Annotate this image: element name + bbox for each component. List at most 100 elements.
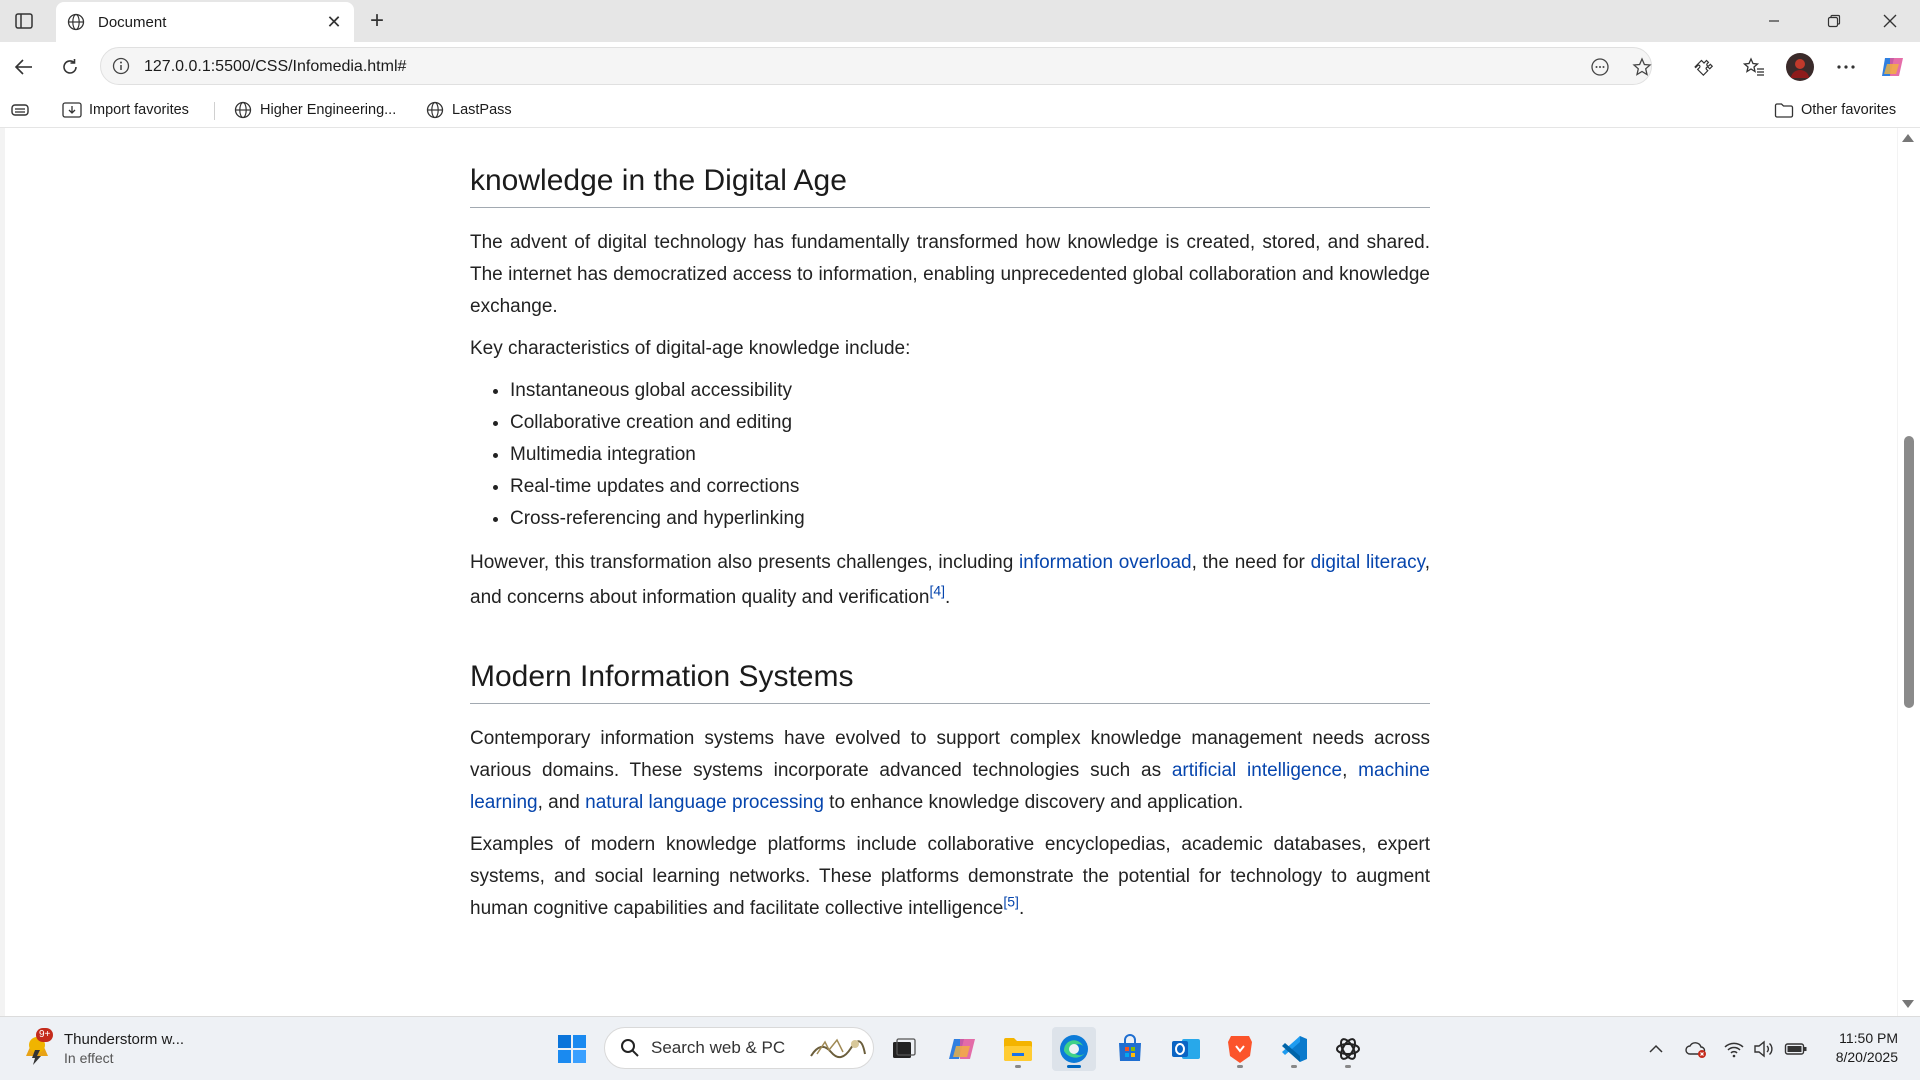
- running-indicator: [1345, 1065, 1351, 1068]
- address-bar[interactable]: 127.0.0.1:5500/CSS/Infomedia.html#: [100, 47, 1652, 85]
- edge-browser-icon[interactable]: [1052, 1027, 1096, 1071]
- microsoft-store-icon[interactable]: [1108, 1027, 1152, 1071]
- reading-list-icon[interactable]: [10, 99, 30, 121]
- taskbar: 9+ Thunderstorm w... In effect Search we…: [0, 1016, 1920, 1080]
- site-info-icon[interactable]: [111, 56, 131, 76]
- link-information-overload[interactable]: information overload: [1019, 552, 1192, 573]
- clock-time: 11:50 PM: [1839, 1030, 1898, 1046]
- weather-subtitle: In effect: [64, 1050, 114, 1066]
- active-tab[interactable]: Document ✕: [56, 2, 354, 42]
- link-digital-literacy[interactable]: digital literacy: [1311, 552, 1425, 573]
- list-item: Collaborative creation and editing: [510, 407, 1430, 439]
- close-tab-icon[interactable]: ✕: [324, 12, 344, 32]
- text-span: to enhance knowledge discovery and appli…: [823, 792, 1244, 813]
- text-span: .: [1018, 898, 1025, 919]
- globe-icon: [66, 12, 86, 32]
- browser-toolbar: 127.0.0.1:5500/CSS/Infomedia.html#: [0, 42, 1920, 92]
- text-span: However, this transformation also presen…: [470, 552, 1020, 573]
- section-heading: knowledge in the Digital Age: [470, 161, 1430, 208]
- search-placeholder: Search web & PC: [651, 1038, 786, 1057]
- volume-icon[interactable]: [1752, 1037, 1776, 1061]
- extensions-icon[interactable]: [1688, 51, 1720, 83]
- url-text[interactable]: 127.0.0.1:5500/CSS/Infomedia.html#: [144, 58, 406, 76]
- copilot-icon[interactable]: [1876, 51, 1908, 83]
- favorite-label: Import favorites: [89, 102, 189, 118]
- favorite-import-favorites[interactable]: Import favorites: [62, 99, 189, 121]
- paragraph: Contemporary information systems have ev…: [470, 723, 1430, 819]
- characteristics-list: Instantaneous global accessibility Colla…: [470, 375, 1430, 535]
- paragraph: Examples of modern knowledge platforms i…: [470, 829, 1430, 925]
- profile-avatar[interactable]: [1784, 51, 1816, 83]
- other-favorites-folder[interactable]: Other favorites: [1774, 99, 1896, 121]
- page-scrollbar[interactable]: [1898, 128, 1920, 1016]
- weather-widget[interactable]: 9+ Thunderstorm w... In effect: [20, 1027, 184, 1071]
- refresh-icon[interactable]: [54, 51, 86, 83]
- task-view-icon[interactable]: [882, 1027, 926, 1071]
- chatgpt-icon[interactable]: [1326, 1027, 1370, 1071]
- folder-icon: [1774, 100, 1794, 120]
- system-clock[interactable]: 11:50 PM 8/20/2025: [1818, 1029, 1898, 1067]
- running-indicator: [1291, 1065, 1297, 1068]
- favorites-list-icon[interactable]: [1738, 51, 1770, 83]
- show-hidden-icons-chevron-up-icon[interactable]: [1644, 1037, 1668, 1061]
- text-span: Examples of modern knowledge platforms i…: [470, 834, 1430, 919]
- paragraph: The advent of digital technology has fun…: [470, 232, 1430, 317]
- citation-4[interactable]: [4]: [929, 583, 945, 599]
- weather-title: Thunderstorm w...: [64, 1031, 185, 1048]
- weather-text: Thunderstorm w... In effect: [64, 1030, 184, 1068]
- brave-browser-icon[interactable]: [1218, 1027, 1262, 1071]
- file-explorer-icon[interactable]: [996, 1027, 1040, 1071]
- taskbar-search[interactable]: Search web & PC: [604, 1027, 874, 1069]
- title-bar: Document ✕ +: [0, 0, 1920, 42]
- search-highlight-illustration-icon: [807, 1034, 867, 1062]
- more-options-icon[interactable]: [1830, 51, 1862, 83]
- paragraph: However, this transformation also presen…: [470, 545, 1430, 615]
- running-indicator: [1237, 1065, 1243, 1068]
- new-tab-button[interactable]: +: [364, 7, 390, 34]
- search-icon: [619, 1037, 641, 1059]
- favorite-label: LastPass: [452, 102, 512, 118]
- scroll-thumb[interactable]: [1904, 436, 1914, 708]
- list-item: Real-time updates and corrections: [510, 471, 1430, 503]
- import-favorites-icon: [62, 100, 82, 120]
- link-artificial-intelligence[interactable]: artificial intelligence: [1172, 760, 1342, 781]
- favorite-higher-engineering[interactable]: Higher Engineering...: [233, 99, 396, 121]
- text-span: ,: [1342, 760, 1359, 781]
- list-item: Instantaneous global accessibility: [510, 375, 1430, 407]
- favorite-label: Higher Engineering...: [260, 102, 397, 118]
- restore-button[interactable]: [1806, 0, 1862, 42]
- citation-5[interactable]: [5]: [1003, 894, 1019, 910]
- globe-icon: [233, 100, 253, 120]
- list-item: Cross-referencing and hyperlinking: [510, 503, 1430, 535]
- list-intro: Key characteristics of digital-age knowl…: [470, 338, 911, 359]
- active-indicator: [1067, 1065, 1081, 1068]
- favorites-bar: Import favorites Higher Engineering... L…: [0, 92, 1920, 128]
- back-arrow-icon[interactable]: [8, 51, 40, 83]
- page-viewport: knowledge in the Digital Age The advent …: [5, 128, 1897, 1016]
- favorites-divider: [214, 102, 215, 120]
- tab-actions-icon[interactable]: [10, 9, 38, 33]
- onedrive-error-icon[interactable]: [1684, 1037, 1708, 1061]
- thunderstorm-icon: 9+: [20, 1028, 54, 1066]
- battery-icon[interactable]: [1784, 1037, 1808, 1061]
- link-natural-language-processing[interactable]: natural language processing: [585, 792, 824, 813]
- alert-badge: 9+: [36, 1028, 54, 1042]
- favorite-star-icon[interactable]: [1631, 56, 1653, 78]
- globe-icon: [425, 100, 445, 120]
- tab-title: Document: [98, 13, 167, 31]
- favorite-lastpass[interactable]: LastPass: [425, 99, 512, 121]
- read-aloud-icon[interactable]: [1589, 56, 1611, 78]
- outlook-icon[interactable]: [1164, 1027, 1208, 1071]
- wifi-icon[interactable]: [1722, 1037, 1746, 1061]
- other-favorites-label: Other favorites: [1801, 102, 1897, 118]
- minimize-button[interactable]: [1746, 0, 1802, 42]
- start-button-windows-icon[interactable]: [550, 1027, 594, 1071]
- list-item: Multimedia integration: [510, 439, 1430, 471]
- vscode-icon[interactable]: [1272, 1027, 1316, 1071]
- text-span: , and: [537, 792, 586, 813]
- close-window-button[interactable]: [1862, 0, 1918, 42]
- copilot-taskbar-icon[interactable]: [940, 1027, 984, 1071]
- scroll-down-arrow-icon[interactable]: [1902, 1000, 1914, 1008]
- scroll-up-arrow-icon[interactable]: [1902, 134, 1914, 142]
- text-span: , the need for: [1191, 552, 1311, 573]
